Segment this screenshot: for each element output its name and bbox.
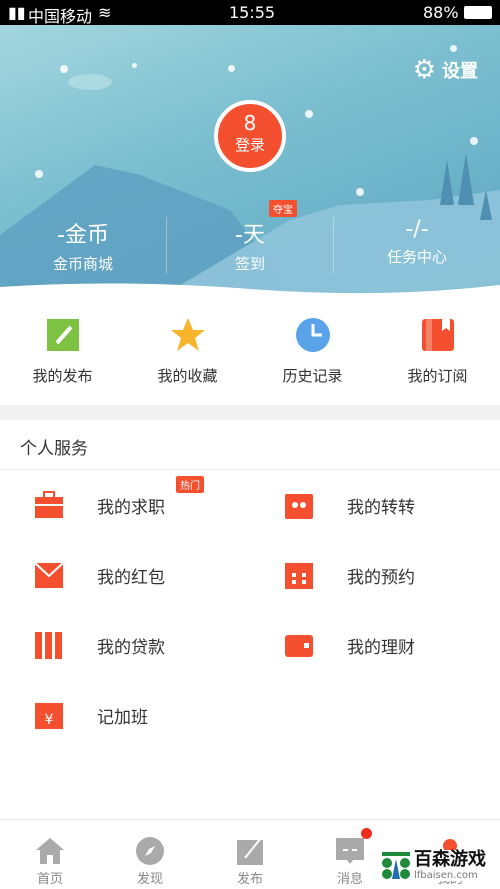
nav-discover[interactable]: 发现 (100, 820, 200, 889)
hot-badge: 热门 (176, 476, 204, 493)
nav-home[interactable]: 首页 (0, 820, 100, 889)
watermark-url: lfbaisen.com (414, 870, 478, 881)
publish-icon (237, 837, 263, 865)
watermark-logo: 百森游戏 lfbaisen.com (382, 850, 486, 881)
nav-label: 发布 (236, 872, 263, 887)
service-label: 我的求职 (97, 497, 165, 518)
checkin-value: -天 (235, 223, 265, 248)
calendar-icon (285, 563, 313, 589)
service-label: 我的贷款 (97, 637, 165, 658)
star-icon (170, 318, 205, 351)
signal-icon: ▮▮ (8, 3, 26, 22)
red-envelope-icon (34, 562, 64, 588)
services-title: 个人服务 (0, 420, 500, 470)
service-overtime[interactable]: ¥ 记加班 (0, 680, 250, 750)
wifi-icon: ≋ (98, 3, 112, 22)
loan-icon (35, 632, 62, 659)
service-zhuanzhuan[interactable]: 我的转转 (250, 470, 500, 540)
service-job[interactable]: 我的求职 热门 (0, 470, 250, 540)
service-red-envelope[interactable]: 我的红包 (0, 540, 250, 610)
coins-label: 金币商城 (52, 255, 113, 273)
login-button[interactable]: 8 登录 (214, 100, 286, 172)
bookmark-icon (421, 319, 454, 351)
service-label: 我的理财 (347, 637, 415, 658)
coins-stat[interactable]: -金币 金币商城 (0, 217, 166, 274)
carrier: 中国移动 (28, 7, 93, 26)
time: 15:55 (229, 3, 276, 22)
message-icon (336, 838, 364, 864)
history-label: 历史记录 (282, 367, 343, 385)
login-label: 登录 (234, 136, 265, 154)
wave-divider (0, 283, 500, 303)
history-button[interactable]: 历史记录 (250, 303, 375, 405)
watermark-title: 百森游戏 (414, 849, 486, 870)
status-bar: ▮▮ 中国移动 ≋ 15:55 88% (0, 0, 500, 26)
service-finance[interactable]: 我的理财 (250, 610, 500, 680)
service-label: 我的红包 (97, 567, 165, 588)
overtime-calendar-icon: ¥ (35, 703, 63, 729)
quick-actions: 我的发布 我的收藏 历史记录 我的订阅 (0, 303, 500, 405)
watermark-emblem (382, 851, 410, 879)
my-favorites-button[interactable]: 我的收藏 (125, 303, 250, 405)
service-label: 我的预约 (347, 567, 415, 588)
my-favorites-label: 我的收藏 (157, 367, 218, 385)
service-label: 记加班 (97, 707, 148, 728)
tasks-value: -/- (405, 217, 429, 242)
home-icon (36, 838, 64, 864)
briefcase-icon (35, 491, 63, 518)
treasure-badge: 夺宝 (269, 200, 297, 217)
nav-publish[interactable]: 发布 (200, 820, 300, 889)
coins-value: -金币 (57, 223, 109, 248)
checkin-stat[interactable]: 夺宝 -天 签到 (166, 200, 333, 274)
my-posts-label: 我的发布 (32, 367, 93, 385)
my-subscriptions-button[interactable]: 我的订阅 (375, 303, 500, 405)
settings-button[interactable]: ⚙ 设置 (413, 55, 478, 85)
user-icon: 8 (243, 111, 257, 135)
gear-icon: ⚙ (412, 55, 436, 85)
service-appointment[interactable]: 我的预约 (250, 540, 500, 610)
battery-icon (464, 6, 492, 19)
nav-label: 首页 (36, 872, 63, 887)
svg-text:¥: ¥ (45, 712, 54, 728)
compass-icon (136, 837, 164, 865)
clock-icon (295, 318, 330, 352)
unread-dot (361, 828, 372, 839)
battery-level: 88% (423, 3, 459, 22)
service-loan[interactable]: 我的贷款 (0, 610, 250, 680)
tasks-stat[interactable]: -/- 任务中心 (333, 217, 500, 274)
tasks-label: 任务中心 (386, 248, 447, 266)
wallet-icon (285, 635, 313, 657)
nav-label: 发现 (136, 872, 163, 887)
my-subscriptions-label: 我的订阅 (407, 367, 468, 385)
my-posts-button[interactable]: 我的发布 (0, 303, 125, 405)
nav-label: 消息 (336, 872, 363, 887)
section-gap (0, 405, 500, 420)
checkin-label: 签到 (234, 255, 265, 273)
swap-bag-icon (285, 494, 313, 519)
service-label: 我的转转 (347, 497, 415, 518)
profile-header: ⚙ 设置 8 登录 -金币 金币商城 夺宝 -天 签到 -/- 任务中心 (0, 25, 500, 303)
edit-icon (46, 319, 79, 351)
settings-label: 设置 (442, 61, 478, 82)
